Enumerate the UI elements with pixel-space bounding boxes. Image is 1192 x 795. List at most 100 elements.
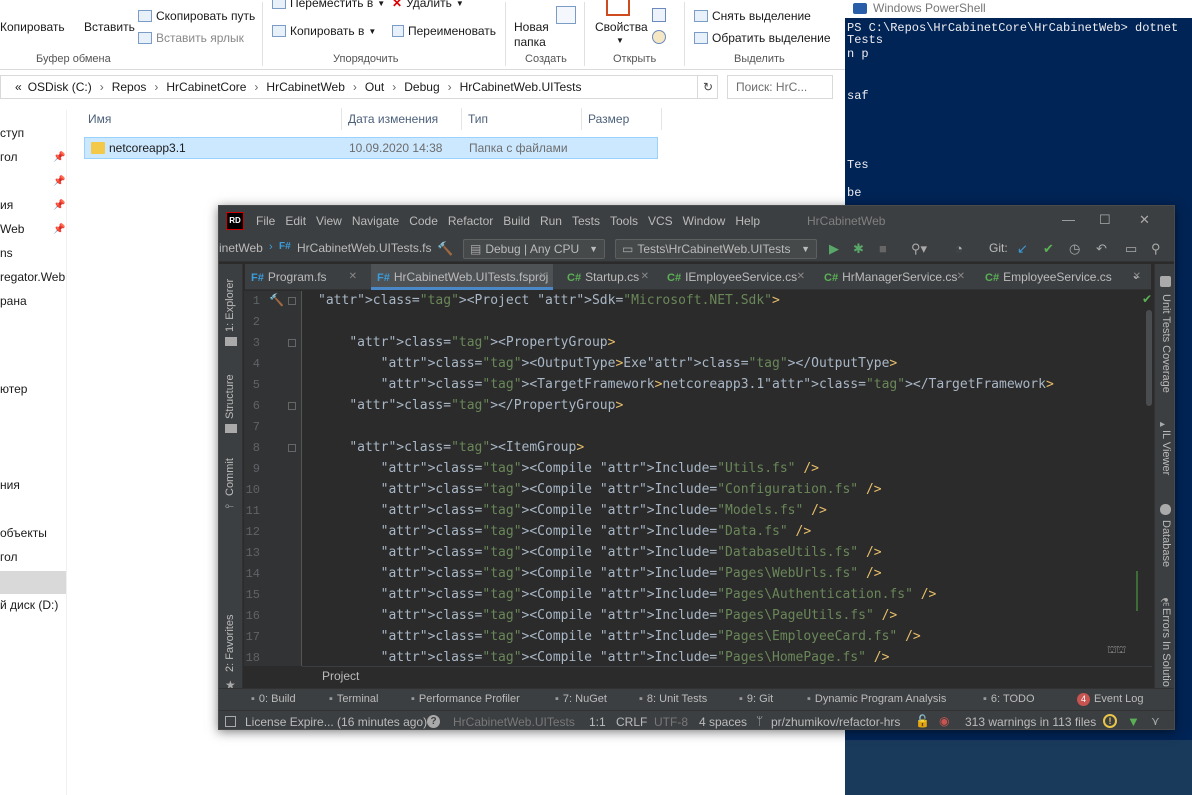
menu-view[interactable]: View [312, 214, 346, 228]
tool-window-7-nuget[interactable]: ▪ 7: NuGet [555, 693, 607, 705]
breadcrumb-file[interactable]: HrCabinetWeb.UITests.fs [297, 241, 432, 255]
copy-to-button[interactable]: Копировать в ▼ [272, 24, 376, 38]
tool-window-8-unit-tests[interactable]: ▪ 8: Unit Tests [639, 693, 707, 705]
code-line[interactable]: "attr">class="tag"><Compile "attr">Inclu… [318, 608, 898, 623]
new-folder-button-line2[interactable]: папка [514, 35, 546, 49]
chevron-right-icon[interactable]: › [98, 80, 106, 94]
fold-marker-icon[interactable] [288, 339, 296, 347]
address-segment-hrcabinetweb[interactable]: HrCabinetWeb [260, 80, 350, 94]
status-project[interactable]: HrCabinetWeb.UITests [453, 715, 575, 729]
editor-tab[interactable]: C# Startup.cs ✕ [561, 264, 655, 290]
minimize-icon[interactable]: — [1062, 212, 1075, 227]
invert-selection-button[interactable]: Обратить выделение [694, 31, 831, 45]
refresh-icon[interactable]: ↻ [697, 75, 718, 99]
history-icon[interactable] [652, 30, 666, 44]
code-line[interactable]: "attr">class="tag"><Compile "attr">Inclu… [318, 503, 827, 518]
memory-icon[interactable]: ⋎ [1151, 714, 1160, 728]
menu-help[interactable]: Help [731, 214, 764, 228]
close-tab-icon[interactable]: ✕ [797, 264, 805, 290]
git-rollback-icon[interactable]: ↶ [1096, 241, 1107, 257]
move-to-button[interactable]: Переместить в ▼ [272, 0, 385, 10]
editor-tab[interactable]: F# HrCabinetWeb.UITests.fsproj ✕ [371, 264, 553, 290]
editor-tab[interactable]: F# Program.fs ✕ [245, 264, 363, 290]
delete-button[interactable]: ✕ Удалить ▼ [392, 0, 464, 10]
editor-scrollbar[interactable] [1146, 310, 1152, 406]
nav-item[interactable]: объекты [0, 526, 66, 544]
tool-window-9-git[interactable]: ▪ 9: Git [739, 693, 773, 705]
fold-marker-icon[interactable] [288, 297, 296, 305]
address-bar[interactable]: « OSDisk (C:) › Repos › HrCabinetCore › HrC… [0, 75, 718, 99]
pin-icon[interactable]: 📌 [53, 176, 65, 187]
chevron-right-icon[interactable]: › [252, 80, 260, 94]
address-overflow[interactable]: « [1, 80, 28, 94]
menu-build[interactable]: Build [499, 214, 534, 228]
nav-item[interactable]: ютер [0, 382, 66, 400]
menu-vcs[interactable]: VCS [644, 214, 677, 228]
run-config-dropdown[interactable]: ▭ Tests\HrCabinetWeb.UITests ▼ [615, 239, 817, 259]
properties-button[interactable]: Свойства [595, 20, 648, 34]
maximize-icon[interactable]: ☐ [1099, 212, 1111, 228]
close-tab-icon[interactable]: ✕ [539, 264, 547, 290]
search-input[interactable]: Поиск: HrC... [727, 75, 833, 99]
profile-icon[interactable]: ◔ [955, 241, 963, 256]
code-line[interactable]: "attr">class="tag"><PropertyGroup> [318, 335, 615, 350]
tool-structure[interactable]: Structure [224, 374, 236, 419]
menu-run[interactable]: Run [536, 214, 566, 228]
chevron-right-icon[interactable]: › [390, 80, 398, 94]
chevron-right-icon[interactable]: › [446, 80, 454, 94]
powershell-titlebar[interactable]: Windows PowerShell [845, 0, 1192, 18]
pin-icon[interactable]: 📌 [53, 200, 65, 211]
tool-window-performance-profiler[interactable]: ▪ Performance Profiler [411, 693, 520, 705]
search-icon[interactable]: ⚲ [1151, 241, 1161, 257]
nav-item[interactable]: ступ [0, 126, 66, 144]
close-icon[interactable]: ✕ [1139, 212, 1150, 228]
editor-tab[interactable]: C# EmployeeService.cs ✕ [979, 264, 1147, 290]
code-line[interactable]: "attr">class="tag"><Compile "attr">Inclu… [318, 524, 812, 539]
lock-icon[interactable]: 🔓 [915, 714, 930, 728]
tool-window-0-build[interactable]: ▪ 0: Build [251, 693, 296, 705]
nav-item[interactable]: й диск (D:) [0, 598, 66, 616]
tool-window-event-log[interactable]: 4 Event Log [1077, 693, 1144, 706]
attach-icon[interactable]: ⚲▾ [911, 241, 927, 257]
close-tab-icon[interactable]: ✕ [957, 264, 965, 290]
nav-item[interactable]: гол [0, 550, 66, 568]
git-update-icon[interactable]: ↙ [1017, 241, 1028, 257]
status-warnings[interactable]: 313 warnings in 113 files [965, 715, 1096, 729]
hammer-gutter-icon[interactable]: 🔨 [269, 293, 284, 307]
menu-tools[interactable]: Tools [606, 214, 642, 228]
address-segment-repos[interactable]: Repos [106, 80, 153, 94]
tool-errors-in-solution[interactable]: Errors In Solutio [1160, 608, 1172, 687]
nav-item[interactable]: regator.Web [0, 270, 66, 288]
properties-dropdown-icon[interactable]: ▼ [616, 36, 624, 45]
code-line[interactable]: "attr">class="tag"><ItemGroup> [318, 440, 584, 455]
no-problems-check-icon[interactable]: ✔ [1142, 292, 1152, 306]
rename-button[interactable]: Переименовать [392, 24, 496, 38]
nav-item[interactable] [0, 430, 66, 448]
address-segment-debug[interactable]: Debug [398, 80, 445, 94]
copy-button[interactable]: Копировать [0, 20, 65, 34]
git-commit-icon[interactable]: ✔ [1043, 241, 1054, 257]
status-indent[interactable]: 4 spaces [699, 715, 747, 729]
pin-icon[interactable]: 📌 [53, 224, 65, 235]
layout-icon[interactable]: ▭ [1125, 241, 1137, 257]
stop-icon[interactable]: ■ [879, 241, 887, 256]
code-line[interactable]: "attr">class="tag"><Compile "attr">Inclu… [318, 587, 937, 602]
column-type[interactable]: Тип [462, 108, 582, 130]
menu-edit[interactable]: Edit [281, 214, 310, 228]
code-line[interactable]: "attr">class="tag"><Compile "attr">Inclu… [318, 566, 882, 581]
tool-window-dynamic-program-analysis[interactable]: ▪ Dynamic Program Analysis [807, 693, 946, 705]
paste-button[interactable]: Вставить [84, 20, 135, 34]
nav-item[interactable]: гол [0, 150, 66, 168]
status-branch[interactable]: pr/zhumikov/refactor-hrs [771, 715, 900, 729]
close-tab-icon[interactable]: ✕ [349, 264, 357, 290]
menu-window[interactable]: Window [679, 214, 730, 228]
nav-item[interactable] [0, 318, 66, 336]
status-encoding[interactable]: UTF-8 [654, 715, 688, 729]
warning-icon[interactable]: ! [1103, 714, 1117, 728]
code-line[interactable]: "attr">class="tag"><Project "attr">Sdk="… [318, 293, 780, 308]
address-segment-hrcabinetcore[interactable]: HrCabinetCore [160, 80, 252, 94]
git-history-icon[interactable]: ◷ [1069, 241, 1080, 257]
code-line[interactable]: "attr">class="tag"><Compile "attr">Inclu… [318, 461, 819, 476]
column-name[interactable]: Имя [82, 108, 342, 130]
inspection-icon[interactable]: ◉ [939, 714, 949, 728]
